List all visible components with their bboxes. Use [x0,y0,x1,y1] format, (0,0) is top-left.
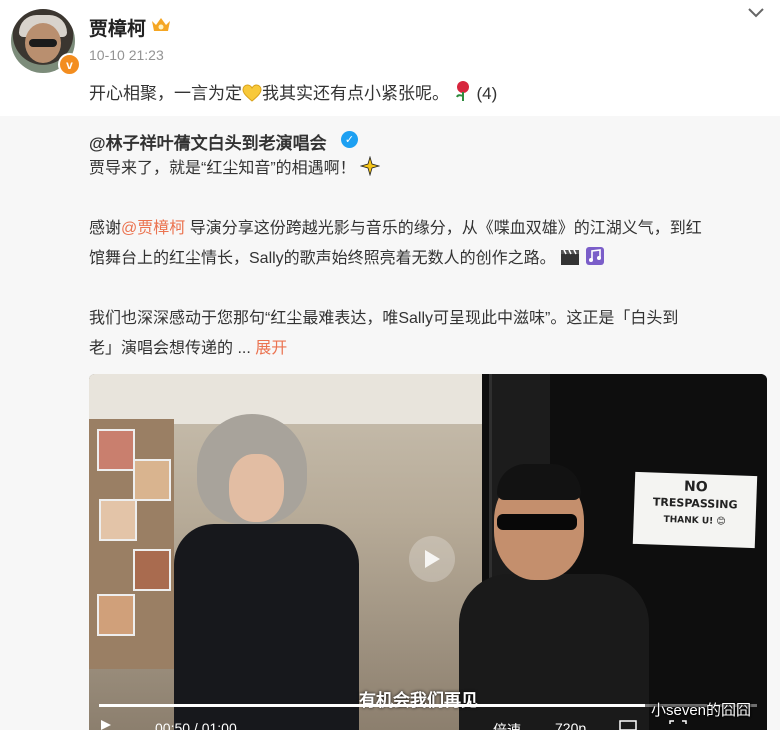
quality-button[interactable]: 720p [555,720,586,730]
repost-para3-line2-text: 老」演唱会想传递的 ... [89,340,251,357]
video-photo-wall [89,419,174,669]
video-person-woman-body [174,524,359,730]
video-progress-fill [99,704,646,707]
no-trespassing-sign: NO TRESPASSING THANK U! 😊 [632,471,758,549]
chevron-down-icon[interactable] [746,6,766,20]
music-note-emoji-icon [585,247,604,265]
sparkles-emoji-icon [359,155,381,177]
repost-line1: 贾导来了，就是“红尘知音”的相遇啊！ [89,154,381,184]
wall-photo [97,594,135,636]
yellow-heart-emoji-icon [242,84,262,102]
post-count: (4) [476,84,498,103]
repost-para2-line1: 感谢@贾樟柯 导演分享这份跨越光影与音乐的缘分，从《喋血双雄》的江湖义气，到红 [89,214,702,244]
post-text: 开心相聚，一言为定 我其实还有点小紧张呢。 (4) [89,79,497,104]
repost-para2-line2: 馆舞台上的红尘情长，Sally的歌声始终照亮着无数人的创作之路。 [89,244,605,274]
wall-photo [133,459,171,501]
video-player[interactable]: NO TRESPASSING THANK U! 😊 有机会我们再见 00:50 … [89,374,767,730]
video-person-man-hair [497,464,581,500]
repost-para3-line1: 我们也深深感动于您那句“红尘最难表达，唯Sally可呈现此中滋味”。这正是「白头… [89,310,679,327]
speed-button[interactable]: 倍速 [493,720,521,730]
blue-verified-icon: ✓ [341,131,358,148]
sign-line3: THANK U! 😊 [663,514,726,528]
video-time: 00:50 / 01:00 [155,720,237,730]
expand-link[interactable]: 展开 [255,340,287,357]
video-person-man-sunglasses [497,514,577,530]
video-ceiling [89,374,489,424]
fullscreen-icon[interactable] [669,720,687,730]
play-icon [425,550,440,568]
rose-emoji-icon [455,81,469,101]
mention-link[interactable]: @贾樟柯 [121,220,185,237]
play-button[interactable] [409,536,455,582]
wall-photo [133,549,171,591]
repost-para3-line2: 老」演唱会想传递的 ... 展开 [89,334,287,364]
verified-badge-icon: v [58,53,81,76]
video-subtitle: 有机会我们再见 [359,691,478,710]
username[interactable]: 贾樟柯 [89,14,146,41]
watermark: 小seven的囧囧 [651,702,752,719]
post-text-part2: 我其实还有点小紧张呢。 [262,84,449,103]
post-text-part1: 开心相聚，一言为定 [89,84,242,103]
play-pause-icon[interactable] [99,720,113,730]
video-person-woman-face [229,454,284,522]
pip-icon[interactable] [619,720,637,730]
sign-line2: TRESPASSING [652,495,738,512]
repost-para2-prefix: 感谢 [89,220,122,237]
post-time[interactable]: 10-10 21:23 [89,47,164,63]
repost-line1-text: 贾导来了，就是“红尘知音”的相遇啊！ [89,160,356,177]
crown-level-icon[interactable] [150,15,172,35]
avatar-glasses [29,39,57,47]
repost-para2-rest: 导演分享这份跨越光影与音乐的缘分，从《喋血双雄》的江湖义气，到红 [185,220,702,237]
repost-author[interactable]: @林子祥叶蒨文白头到老演唱会 [89,129,327,154]
wall-photo [99,499,137,541]
clapper-emoji-icon [561,249,580,265]
repost-para2-line2-text: 馆舞台上的红尘情长，Sally的歌声始终照亮着无数人的创作之路。 [89,250,556,267]
wall-photo [97,429,135,471]
sign-line1: NO [683,478,708,496]
